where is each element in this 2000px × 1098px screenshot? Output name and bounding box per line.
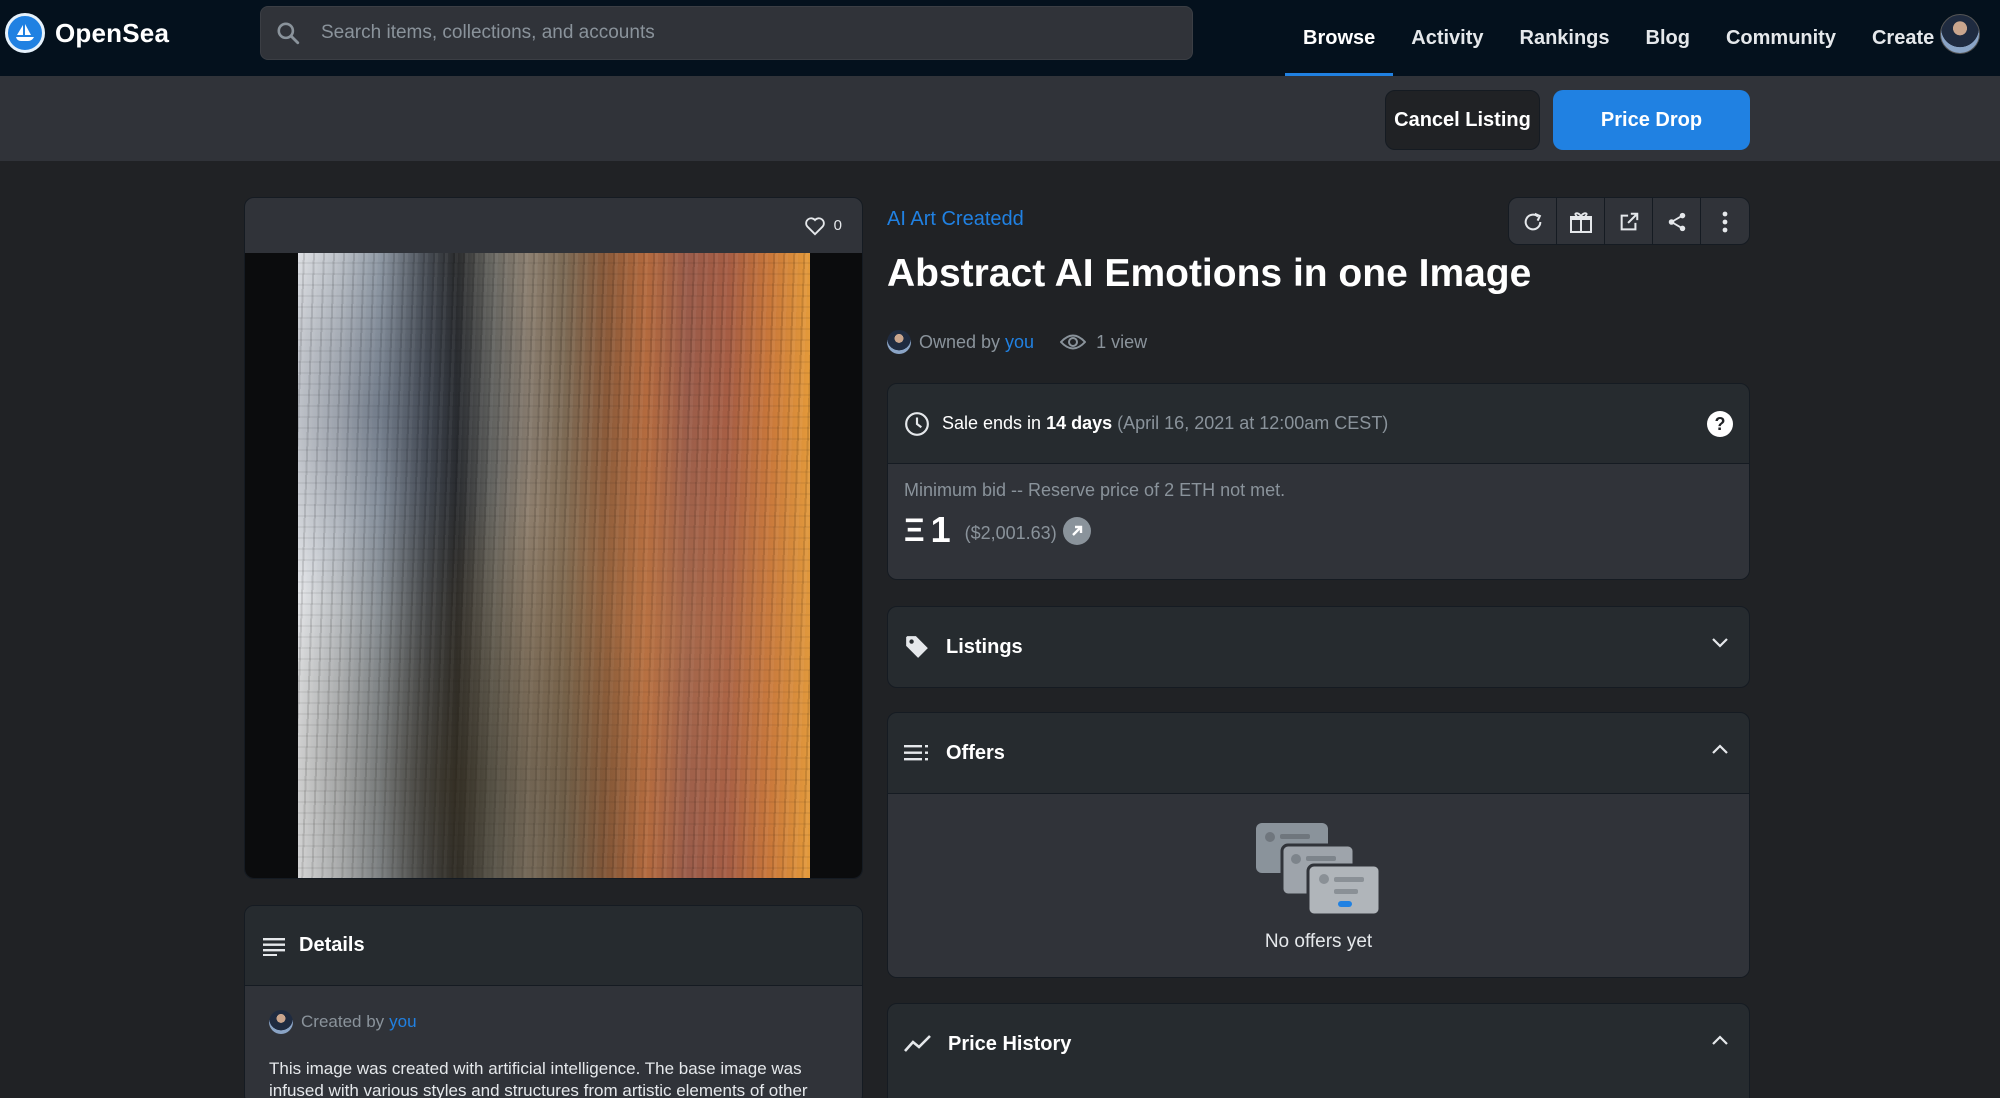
nft-artwork-image[interactable] <box>298 253 810 878</box>
views-text: 1 view <box>1096 331 1148 352</box>
sale-end-date: (April 16, 2021 at 12:00am CEST) <box>1117 413 1389 433</box>
help-icon[interactable]: ? <box>1707 411 1733 437</box>
favorite-count: 0 <box>833 217 842 234</box>
creator-row: Created by you <box>269 1010 838 1034</box>
no-offers-text: No offers yet <box>1264 930 1373 952</box>
share-icon <box>1668 212 1685 232</box>
main-nav: Browse Activity Rankings Blog Community … <box>1285 0 1952 76</box>
item-toolbar <box>1508 197 1750 245</box>
owner-action-bar: Cancel Listing Price Drop <box>0 76 2000 161</box>
search-input[interactable] <box>321 22 1181 44</box>
offers-header[interactable]: Offers <box>888 713 1749 793</box>
collection-link[interactable]: AI Art Createdd <box>887 208 1024 231</box>
list-icon <box>904 745 928 761</box>
owned-by-label: Owned by <box>919 331 1001 352</box>
nav-create[interactable]: Create <box>1854 0 1952 76</box>
nav-blog[interactable]: Blog <box>1628 0 1708 76</box>
price-value: 1 <box>930 509 951 550</box>
tag-icon <box>906 636 928 658</box>
offers-title: Offers <box>946 741 1005 764</box>
transfer-gift-button[interactable] <box>1557 198 1605 244</box>
share-button[interactable] <box>1653 198 1701 244</box>
arrow-up-right-icon[interactable] <box>1062 517 1091 545</box>
search-bar <box>260 6 1193 60</box>
creator-avatar <box>269 1010 293 1034</box>
chevron-up-icon <box>1712 744 1728 754</box>
ethereum-icon: Ξ <box>904 511 925 548</box>
open-external-button[interactable] <box>1605 198 1653 244</box>
brand-name: OpenSea <box>55 17 170 48</box>
sale-price-body: Minimum bid -- Reserve price of 2 ETH no… <box>888 464 1749 579</box>
sale-timer-header: Sale ends in 14 days (April 16, 2021 at … <box>888 384 1749 464</box>
media-card-header: 0 <box>245 198 862 253</box>
favorite-button[interactable]: 0 <box>804 216 842 236</box>
gift-icon <box>1569 212 1592 233</box>
nav-activity[interactable]: Activity <box>1393 0 1501 76</box>
text-lines-icon <box>263 937 285 956</box>
nav-rankings[interactable]: Rankings <box>1502 0 1628 76</box>
price-history-panel: Price History <box>887 1003 1750 1098</box>
external-link-icon <box>1620 212 1638 231</box>
owner-avatar <box>887 330 911 354</box>
details-title: Details <box>299 934 365 956</box>
media-card: 0 <box>244 197 863 879</box>
view-count: 1 view <box>1060 332 1147 353</box>
offers-panel: Offers No offers yet <box>887 712 1750 978</box>
listings-header[interactable]: Listings <box>888 607 1749 687</box>
top-navbar: OpenSea Browse Activity Rankings Blog Co… <box>0 0 2000 76</box>
profile-avatar[interactable] <box>1940 14 1980 54</box>
more-options-button[interactable] <box>1701 198 1749 244</box>
creator-link[interactable]: you <box>389 1012 416 1032</box>
item-title: Abstract AI Emotions in one Image <box>887 252 1532 295</box>
item-description: This image was created with artificial i… <box>269 1059 808 1098</box>
owner-row: Owned by you 1 view <box>887 330 1147 354</box>
cancel-listing-button[interactable]: Cancel Listing <box>1385 90 1540 150</box>
listings-panel: Listings <box>887 606 1750 688</box>
price-history-header[interactable]: Price History <box>888 1004 1749 1084</box>
offers-empty-state: No offers yet <box>888 793 1749 977</box>
owner-link[interactable]: you <box>1005 332 1034 353</box>
price-row: Ξ 1 ($2,001.63) <box>904 509 1733 551</box>
sale-prefix: Sale ends in <box>942 413 1042 433</box>
usd-price: ($2,001.63) <box>964 522 1057 543</box>
opensea-logo[interactable]: OpenSea <box>5 13 169 53</box>
clock-icon <box>905 411 929 436</box>
chevron-up-icon <box>1712 1035 1728 1045</box>
nav-community[interactable]: Community <box>1708 0 1854 76</box>
sale-duration: 14 days <box>1046 413 1113 433</box>
sale-ends-text: Sale ends in 14 days (April 16, 2021 at … <box>942 413 1388 434</box>
search-icon <box>277 22 300 45</box>
created-by-label: Created by <box>301 1012 385 1031</box>
eth-price: Ξ 1 <box>904 509 951 551</box>
details-body: Created by you This image was created wi… <box>245 986 862 1098</box>
minimum-bid-text: Minimum bid -- Reserve price of 2 ETH no… <box>904 480 1286 500</box>
refresh-button[interactable] <box>1509 198 1557 244</box>
heart-icon <box>804 216 825 235</box>
details-header[interactable]: Details <box>245 906 862 986</box>
listings-title: Listings <box>946 635 1023 658</box>
price-history-title: Price History <box>948 1032 1072 1055</box>
more-vertical-icon <box>1722 211 1728 233</box>
details-panel: Details Created by you This image was cr… <box>244 905 863 1098</box>
refresh-icon <box>1524 212 1541 231</box>
media-container <box>245 253 862 878</box>
trending-icon <box>904 1035 931 1052</box>
nav-browse[interactable]: Browse <box>1285 0 1394 76</box>
sale-box: Sale ends in 14 days (April 16, 2021 at … <box>887 383 1750 580</box>
empty-offers-icon <box>1255 822 1381 916</box>
ship-icon <box>5 13 45 53</box>
chevron-down-icon <box>1712 638 1728 648</box>
price-drop-button[interactable]: Price Drop <box>1553 90 1750 150</box>
eye-icon <box>1060 334 1087 350</box>
